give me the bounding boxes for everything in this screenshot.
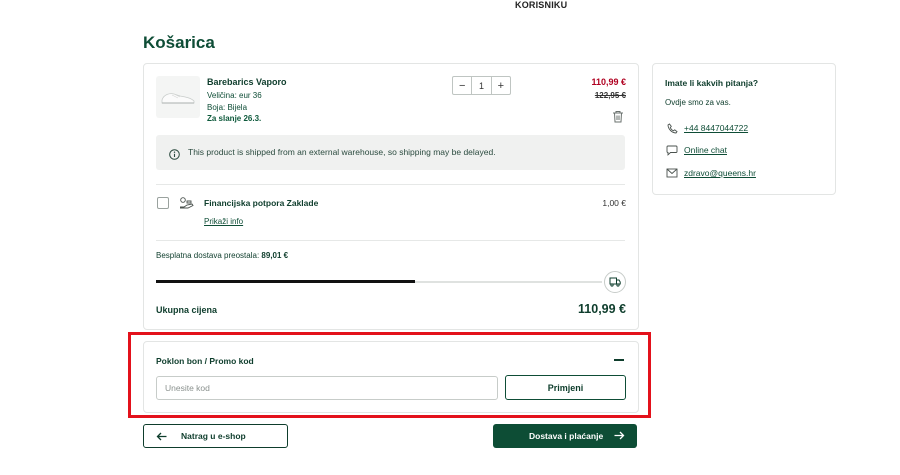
product-name[interactable]: Barebarics Vaporo (207, 77, 287, 87)
arrow-right-icon (614, 431, 625, 440)
page-title: Košarica (143, 33, 215, 52)
info-icon (169, 147, 180, 165)
donation-hand-icon (179, 196, 194, 214)
promo-code-input[interactable] (156, 376, 498, 400)
next-button-label: Dostava i plaćanje (529, 431, 604, 441)
donation-info-link[interactable]: Prikaži info (204, 217, 243, 226)
help-email-row: zdravo@queens.hr (665, 167, 756, 179)
divider (156, 240, 625, 241)
help-card: Imate li kakvih pitanja? Ovdje smo za va… (652, 63, 836, 195)
decrease-button[interactable]: − (453, 77, 471, 94)
help-chat-row: Online chat (665, 144, 727, 156)
current-price: 110,99 € (591, 77, 626, 87)
free-shipping-amount: 89,01 € (261, 251, 289, 260)
email-link[interactable]: zdravo@queens.hr (684, 168, 756, 178)
progress-fill (156, 280, 415, 283)
chat-icon (665, 144, 679, 156)
back-button-label: Natrag u e-shop (181, 431, 246, 441)
free-shipping-text: Besplatna dostava preostala: 89,01 € (156, 251, 288, 260)
donation-name: Financijska potpora Zaklade (204, 198, 319, 208)
divider (156, 184, 625, 185)
quantity-value[interactable]: 1 (471, 77, 492, 94)
free-shipping-label: Besplatna dostava preostala: (156, 251, 260, 260)
original-price: 122,95 € (594, 91, 626, 100)
trash-icon[interactable] (612, 110, 624, 128)
help-title: Imate li kakvih pitanja? (665, 78, 759, 88)
notice-text: This product is shipped from an external… (188, 147, 496, 157)
online-chat-link[interactable]: Online chat (684, 145, 727, 155)
shipping-date: Za slanje 26.3. (207, 114, 262, 123)
help-subtitle: Ovdje smo za vas. (665, 98, 731, 107)
product-image[interactable] (156, 76, 200, 118)
product-color: Boja: Bijela (207, 103, 248, 112)
collapse-minus-icon[interactable] (614, 359, 624, 361)
truck-icon (604, 271, 626, 293)
promo-title: Poklon bon / Promo kod (156, 356, 254, 366)
nav-link-customers[interactable]: KORISNIKU (515, 0, 567, 10)
phone-link[interactable]: +44 8447044722 (684, 123, 748, 133)
delivery-payment-button[interactable]: Dostava i plaćanje (493, 424, 637, 448)
quantity-stepper: − 1 + (452, 76, 511, 95)
back-to-shop-button[interactable]: Natrag u e-shop (143, 424, 288, 448)
apply-promo-button[interactable]: Primjeni (505, 375, 626, 400)
free-shipping-progress (156, 280, 602, 283)
cart-card: Barebarics Vaporo Veličina: eur 36 Boja:… (143, 63, 639, 330)
mail-icon (665, 167, 679, 179)
help-phone-row: +44 8447044722 (665, 122, 748, 134)
total-label: Ukupna cijena (156, 305, 218, 315)
phone-icon (665, 122, 679, 134)
donation-price: 1,00 € (602, 198, 626, 208)
increase-button[interactable]: + (492, 77, 510, 94)
total-value: 110,99 € (578, 302, 626, 316)
product-size: Veličina: eur 36 (207, 91, 262, 100)
promo-card: Poklon bon / Promo kod Primjeni (143, 341, 639, 413)
arrow-left-icon (156, 432, 167, 441)
donation-checkbox[interactable] (157, 197, 169, 209)
warehouse-notice: This product is shipped from an external… (156, 135, 625, 170)
